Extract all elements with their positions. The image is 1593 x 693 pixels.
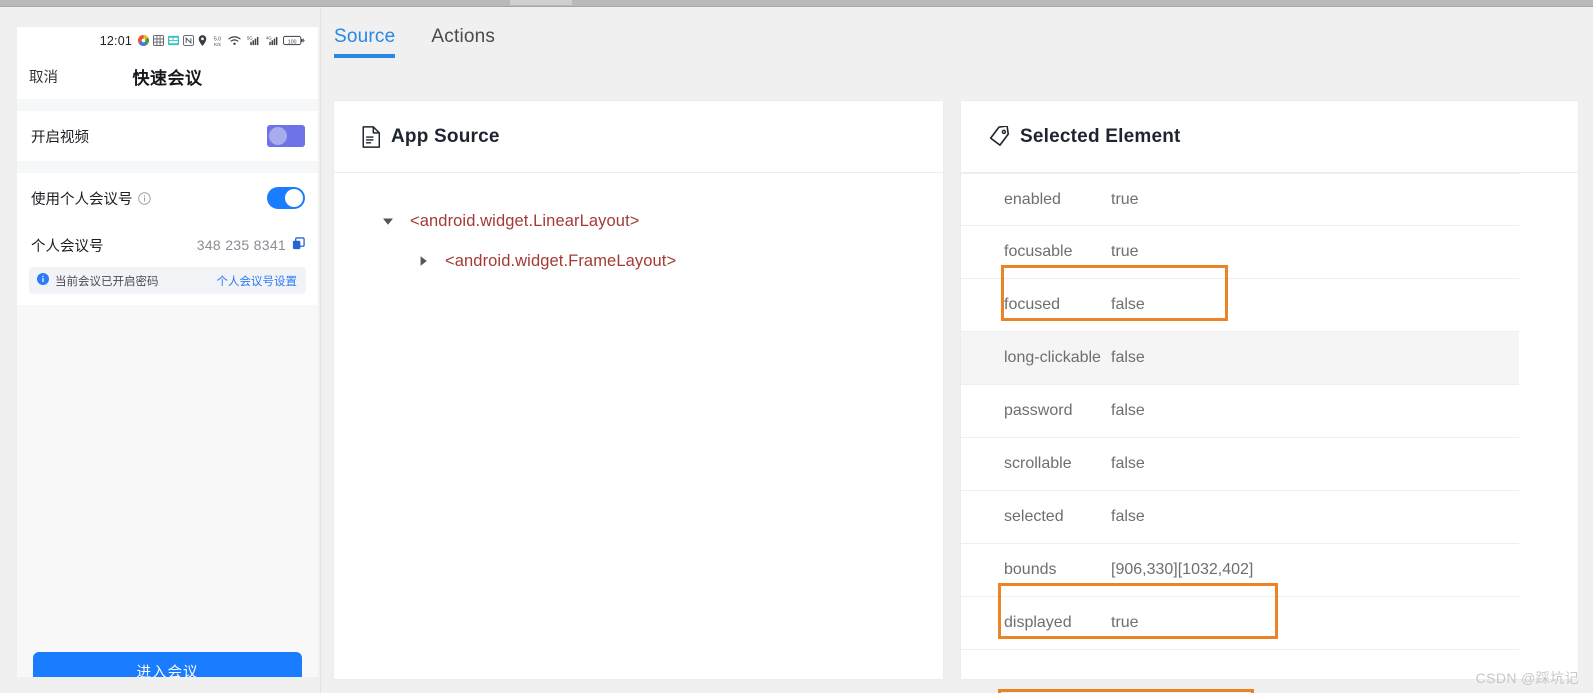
property-value: false: [1111, 455, 1145, 472]
page-title: 快速会议: [132, 69, 203, 88]
app-root: 12:01 5.0 K/s 5G 4G 100 取消 快速会议 开启视频 使用个…: [0, 0, 1593, 693]
selected-element-card: Selected Element enabled true focusable …: [961, 101, 1578, 693]
table-row[interactable]: enabled true: [961, 173, 1519, 226]
app-source-title: App Source: [391, 125, 500, 147]
property-value: false: [1111, 349, 1145, 366]
property-key: enabled: [1004, 190, 1061, 208]
phone-footer: 进入会议: [17, 639, 318, 677]
document-icon: [362, 125, 381, 148]
notice-left: 当前会议已开启密码: [37, 273, 159, 289]
grid-icon: [153, 35, 164, 46]
svg-text:5G: 5G: [247, 36, 253, 41]
toggle-knob: [285, 189, 303, 207]
table-row[interactable]: scrollable false: [961, 438, 1519, 491]
signal-2-icon: 4G: [264, 35, 279, 46]
property-value: true: [1111, 190, 1139, 208]
property-value: true: [1111, 614, 1139, 631]
row-enable-video[interactable]: 开启视频: [17, 111, 318, 161]
personal-meeting-id-value: 348 235 8341: [196, 237, 286, 253]
tree-node-label: <android.widget.LinearLayout>: [410, 211, 640, 230]
row-personal-meeting-id[interactable]: 个人会议号 348 235 8341: [17, 223, 318, 267]
enable-video-toggle[interactable]: [267, 125, 305, 147]
nfc-icon: [183, 35, 194, 46]
row-label-text: 使用个人会议号: [31, 191, 133, 208]
selected-element-title: Selected Element: [1020, 125, 1181, 147]
highlight-box-displayed: [998, 689, 1254, 693]
property-value: false: [1111, 402, 1145, 419]
personal-meeting-id-settings-link[interactable]: 个人会议号设置: [217, 273, 298, 289]
app-source-card: App Source <android.widget.LinearLayout>…: [334, 101, 943, 679]
tab-actions[interactable]: Actions: [431, 26, 495, 58]
use-personal-meeting-id-toggle[interactable]: [267, 187, 305, 209]
tag-icon: [989, 126, 1010, 147]
table-row[interactable]: focused false: [961, 279, 1519, 332]
battery-icon: 100: [283, 35, 305, 46]
location-icon: [198, 35, 207, 46]
toggle-knob: [269, 127, 287, 145]
caret-down-icon[interactable]: [377, 217, 399, 226]
selected-element-card-header: Selected Element: [961, 101, 1578, 173]
section-gap: [17, 99, 318, 111]
svg-text:100: 100: [288, 39, 297, 45]
phone-screenshot[interactable]: 12:01 5.0 K/s 5G 4G 100 取消 快速会议 开启视频 使用个…: [17, 27, 318, 677]
table-row[interactable]: bounds [906,330][1032,402]: [961, 544, 1519, 597]
inspector-tabs: Source Actions: [334, 26, 495, 58]
row-enable-video-label: 开启视频: [31, 129, 89, 146]
tree-node-linearlayout[interactable]: <android.widget.LinearLayout>: [334, 201, 943, 241]
property-key: long-clickable: [1004, 349, 1101, 366]
section-gap-2: [17, 161, 318, 173]
table-row[interactable]: displayed true: [961, 597, 1519, 650]
notice-text: 当前会议已开启密码: [55, 275, 159, 288]
source-tree: <android.widget.LinearLayout> <android.w…: [334, 173, 943, 281]
table-row[interactable]: long-clickable false: [961, 332, 1519, 385]
tab-source[interactable]: Source: [334, 26, 396, 58]
property-value: [906,330][1032,402]: [1111, 561, 1254, 578]
app-badge-icon: [138, 35, 149, 46]
tree-node-label: <android.widget.FrameLayout>: [445, 251, 677, 270]
phone-status-bar: 12:01 5.0 K/s 5G 4G 100: [17, 27, 318, 54]
row-personal-meeting-id-label: 个人会议号: [31, 238, 104, 255]
svg-text:K/s: K/s: [214, 42, 221, 47]
phone-nav-bar: 取消 快速会议: [17, 54, 318, 99]
password-notice: 当前会议已开启密码 个人会议号设置: [29, 267, 306, 294]
calendar-icon: [168, 35, 179, 46]
app-source-card-header: App Source: [334, 101, 943, 173]
status-bar-time: 12:01: [99, 33, 132, 48]
selected-element-properties-table: enabled true focusable true focused fals…: [961, 173, 1578, 693]
watermark: CSDN @踩坑记: [1475, 670, 1579, 686]
svg-text:4G: 4G: [266, 36, 272, 41]
table-row[interactable]: password false: [961, 385, 1519, 438]
personal-meeting-id-value-group: 348 235 8341: [197, 237, 305, 253]
copy-icon[interactable]: [292, 237, 305, 253]
table-row[interactable]: focusable true: [961, 226, 1519, 279]
property-key: focused: [1004, 296, 1061, 313]
window-chrome-bar: [0, 0, 1593, 7]
phone-mirror-column: 12:01 5.0 K/s 5G 4G 100 取消 快速会议 开启视频 使用个…: [0, 8, 321, 693]
wifi-icon: [228, 35, 241, 46]
table-row[interactable]: selected false: [961, 491, 1519, 544]
property-key: scrollable: [1004, 455, 1072, 472]
window-chrome-nub: [510, 0, 572, 5]
network-speed-icon: 5.0 K/s: [211, 35, 224, 47]
caret-right-icon[interactable]: [412, 255, 434, 267]
property-key: bounds: [1004, 561, 1057, 578]
property-key: password: [1004, 402, 1073, 419]
notice-container: 当前会议已开启密码 个人会议号设置: [17, 267, 318, 305]
tree-node-framelayout[interactable]: <android.widget.FrameLayout>: [334, 241, 943, 281]
signal-1-icon: 5G: [245, 35, 260, 46]
row-use-personal-meeting-id[interactable]: 使用个人会议号: [17, 173, 318, 223]
inspector-panel: Source Actions App Source <android.widge…: [321, 8, 1593, 693]
property-key: displayed: [1004, 614, 1072, 631]
cancel-button[interactable]: 取消: [29, 66, 58, 87]
row-use-personal-meeting-id-label: 使用个人会议号: [31, 188, 151, 209]
info-icon[interactable]: [137, 191, 151, 205]
property-value: false: [1111, 508, 1145, 525]
property-key: focusable: [1004, 243, 1073, 260]
property-value: false: [1111, 296, 1145, 313]
enter-meeting-button[interactable]: 进入会议: [33, 652, 302, 677]
info-icon: [37, 273, 49, 288]
phone-body-empty-area: [17, 305, 318, 639]
property-key: selected: [1004, 508, 1064, 525]
property-value: true: [1111, 243, 1139, 260]
